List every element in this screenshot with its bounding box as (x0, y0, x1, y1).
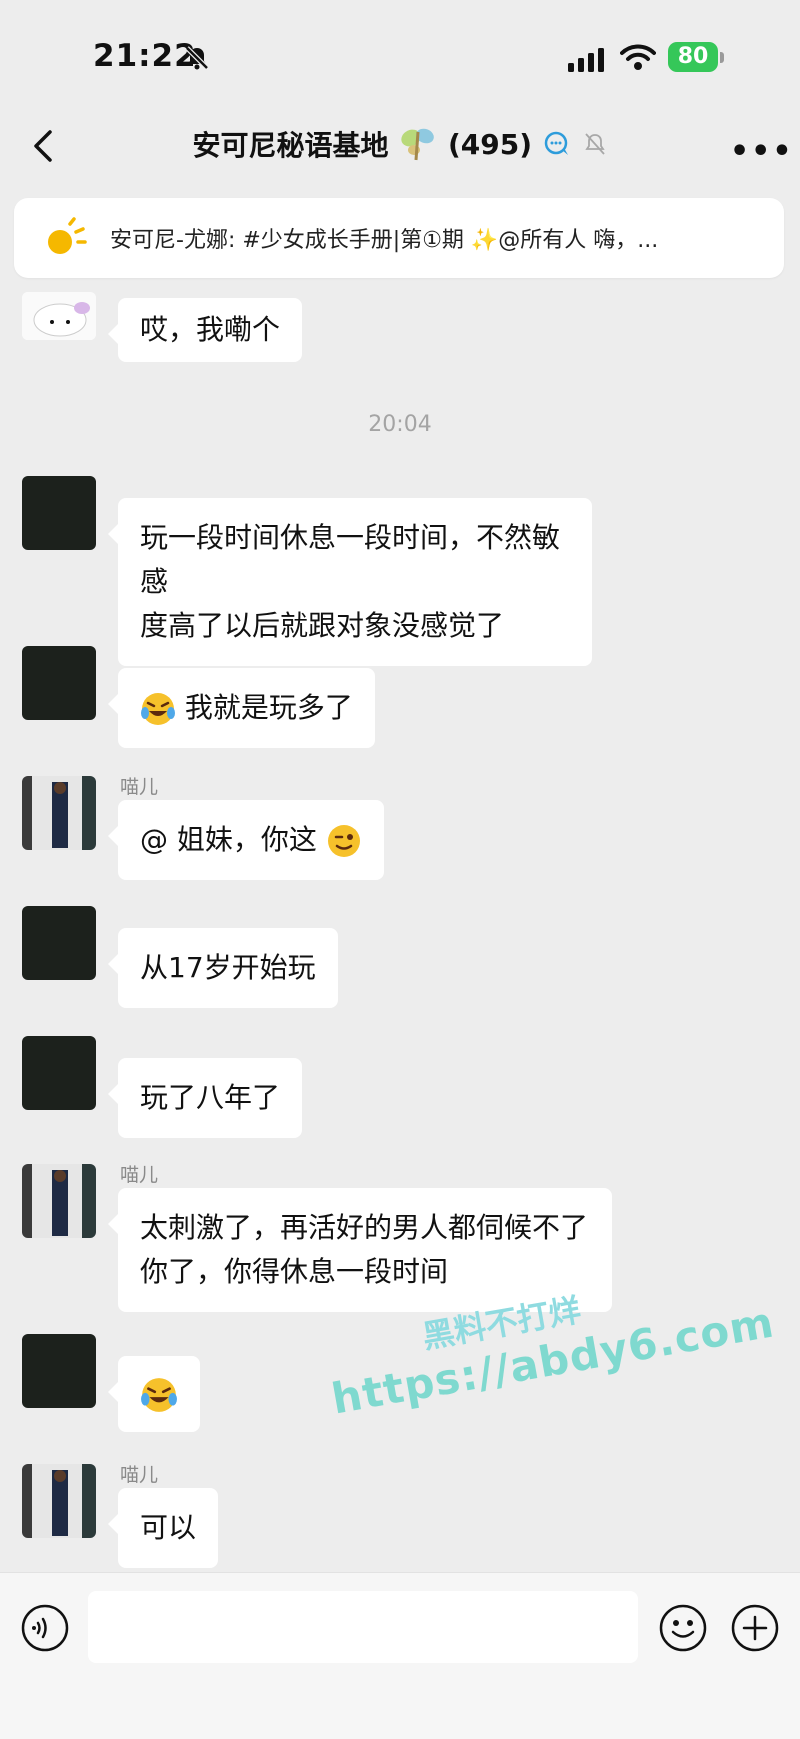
battery-indicator: 80 (668, 42, 718, 72)
message-text: 我就是玩多了 (184, 691, 353, 724)
avatar[interactable] (22, 776, 96, 850)
pinned-announcement[interactable]: 安可尼-尤娜: #少女成长手册|第①期 ✨@所有人 嗨，... (14, 198, 784, 278)
chat-bubble-icon (544, 131, 568, 155)
battery-tip (720, 52, 724, 63)
status-bar: 21:22 80 (0, 0, 800, 110)
message-bubble: 从17岁开始玩 (108, 928, 338, 1008)
sender-name: 喵儿 (120, 776, 159, 798)
smile-icon[interactable] (658, 1603, 708, 1653)
chat-title[interactable]: 安可尼秘语基地 (495) (0, 124, 800, 164)
laugh-cry-emoji (141, 1378, 177, 1412)
group-name: 安可尼秘语基地 (192, 129, 389, 162)
plus-icon[interactable] (730, 1603, 780, 1653)
message-input[interactable] (88, 1591, 638, 1663)
message-bubble: 哎，我嘞个 (107, 298, 303, 362)
laugh-cry-emoji (141, 693, 175, 725)
input-bar (0, 1572, 800, 1739)
butterfly-icon (401, 128, 435, 161)
bell-off-icon (185, 46, 209, 70)
message-text: 哎，我嘞个 (140, 313, 281, 346)
message-bubble: 玩了八年了 (107, 1058, 303, 1138)
message-text-line: 玩一段时间休息一段时间，不然敏感 (140, 521, 561, 598)
message-text-line: 度高了以后就跟对象没感觉了 (140, 609, 505, 642)
avatar[interactable] (22, 1464, 96, 1538)
avatar[interactable] (22, 1164, 96, 1238)
message-text-line: 你了，你得休息一段时间 (140, 1255, 449, 1288)
avatar[interactable] (22, 1334, 96, 1408)
message-bubble (108, 1356, 200, 1432)
sun-icon (48, 217, 87, 254)
message-bubble: 太刺激了，再活好的男人都伺候不了 你了，你得休息一段时间 (108, 1188, 612, 1312)
more-icon[interactable]: ••• (730, 134, 794, 169)
voice-icon[interactable] (20, 1603, 70, 1653)
message-text: 玩了八年了 (140, 1081, 281, 1114)
message-text: 从17岁开始玩 (140, 951, 316, 984)
message-bubble: 可以 (107, 1488, 219, 1568)
wink-emoji (327, 825, 360, 857)
message-bubble: @ 姐妹，你这 (108, 800, 384, 880)
sender-name: 喵儿 (120, 1164, 159, 1186)
signal-icon (568, 48, 604, 72)
message-bubble: 玩一段时间休息一段时间，不然敏感 度高了以后就跟对象没感觉了 (108, 498, 592, 666)
wifi-icon (620, 44, 656, 70)
message-text: @ 姐妹，你这 (140, 823, 317, 856)
status-time: 21:22 (93, 38, 197, 74)
photo-avatar-image (22, 1464, 96, 1538)
message-timestamp: 20:04 (368, 412, 432, 437)
avatar[interactable] (22, 292, 96, 340)
avatar[interactable] (22, 476, 96, 550)
photo-avatar-image (22, 776, 96, 850)
member-count: (495) (447, 127, 533, 161)
cartoon-avatar-image (22, 292, 96, 340)
watermark-line2: https://abdy6.com (327, 1297, 778, 1424)
message-text: 可以 (140, 1511, 197, 1544)
announcement-text: 安可尼-尤娜: #少女成长手册|第①期 ✨@所有人 嗨，... (110, 228, 659, 253)
sender-name: 喵儿 (120, 1464, 159, 1486)
chat-header: 安可尼秘语基地 (495) ••• (0, 110, 800, 190)
avatar[interactable] (22, 1036, 96, 1110)
mute-icon (584, 133, 605, 155)
avatar[interactable] (22, 646, 96, 720)
photo-avatar-image (22, 1164, 96, 1238)
message-bubble: 我就是玩多了 (108, 668, 375, 748)
message-text-line: 太刺激了，再活好的男人都伺候不了 (140, 1211, 589, 1244)
avatar[interactable] (22, 906, 96, 980)
